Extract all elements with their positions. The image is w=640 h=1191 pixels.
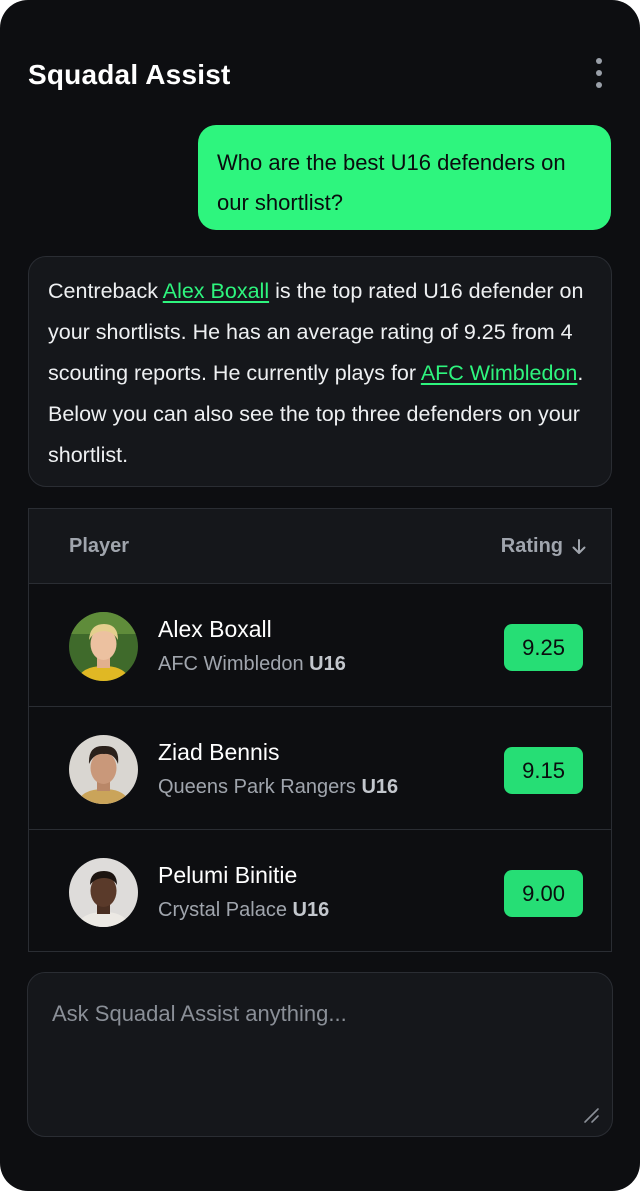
more-options-icon[interactable] bbox=[592, 58, 606, 88]
player-name: Pelumi Binitie bbox=[158, 862, 298, 888]
rating-badge: 9.00 bbox=[504, 870, 583, 917]
column-header-player: Player bbox=[69, 535, 130, 557]
chat-input-container bbox=[27, 972, 613, 1137]
avatar bbox=[69, 612, 138, 681]
avatar bbox=[69, 735, 138, 804]
rating-header-label: Rating bbox=[500, 535, 563, 557]
user-message-bubble: Who are the best U16 defenders on our sh… bbox=[198, 125, 611, 230]
avatar bbox=[69, 858, 138, 927]
player-name: Alex Boxall bbox=[158, 616, 272, 642]
column-header-rating[interactable]: Rating bbox=[501, 535, 587, 558]
assistant-message-bubble: Centreback Alex Boxall is the top rated … bbox=[28, 256, 612, 487]
rating-badge: 9.25 bbox=[504, 624, 583, 671]
player-club: Crystal Palace U16 bbox=[158, 899, 330, 921]
player-link[interactable]: Alex Boxall bbox=[163, 279, 269, 303]
player-club: Queens Park Rangers U16 bbox=[158, 776, 399, 798]
table-header: Player Rating bbox=[29, 509, 611, 584]
club-link[interactable]: AFC Wimbledon bbox=[421, 361, 578, 385]
resize-handle-icon[interactable] bbox=[582, 1106, 600, 1124]
app-title: Squadal Assist bbox=[28, 59, 231, 90]
table-row[interactable]: Ziad Bennis Queens Park Rangers U16 9.15 bbox=[29, 707, 611, 830]
app-window: Squadal Assist Who are the best U16 defe… bbox=[0, 0, 640, 1191]
user-message-text: Who are the best U16 defenders on our sh… bbox=[217, 150, 566, 215]
players-table: Player Rating Alex Boxall AFC Wimbledon … bbox=[28, 508, 612, 952]
table-row[interactable]: Alex Boxall AFC Wimbledon U16 9.25 bbox=[29, 584, 611, 707]
player-name: Ziad Bennis bbox=[158, 739, 280, 765]
assistant-text-part1: Centreback bbox=[48, 279, 163, 303]
chat-input[interactable] bbox=[28, 973, 612, 1136]
table-row[interactable]: Pelumi Binitie Crystal Palace U16 9.00 bbox=[29, 830, 611, 953]
rating-badge: 9.15 bbox=[504, 747, 583, 794]
arrow-down-icon bbox=[572, 538, 586, 554]
header: Squadal Assist bbox=[28, 56, 612, 96]
player-club: AFC Wimbledon U16 bbox=[158, 653, 346, 675]
